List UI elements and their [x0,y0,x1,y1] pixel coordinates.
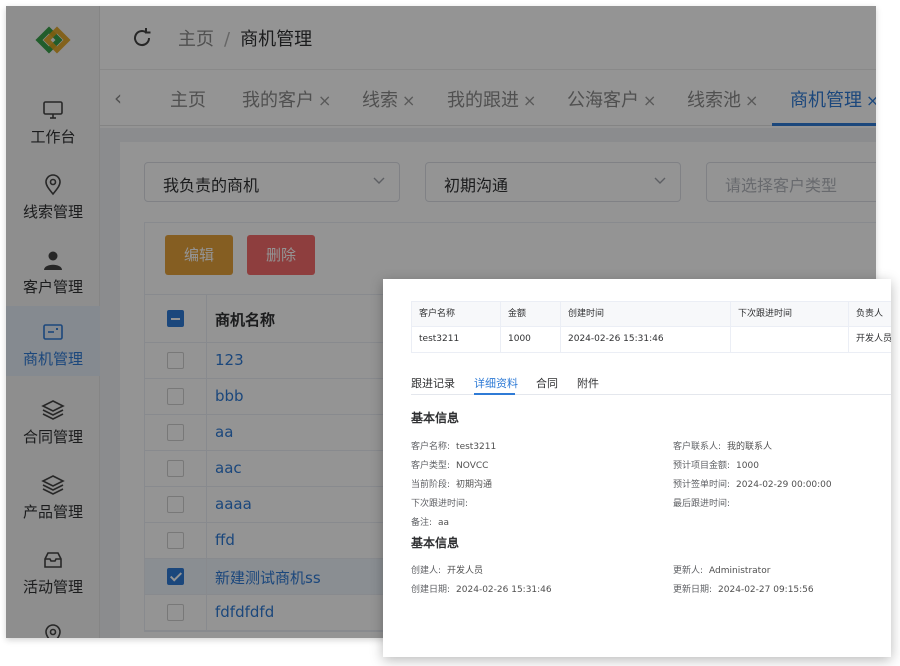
tab-contracts[interactable]: 合同 [536,375,558,391]
section-title-system-info: 基本信息 [411,536,460,550]
summary-value-cell: test3211 [419,334,460,344]
field-customer-type: 客户类型: NOVCC [411,458,488,471]
field-next-follow-up-time: 下次跟进时间: [411,496,474,509]
field-value: 我的联系人 [727,442,773,452]
field-updated-date: 更新日期: 2024-02-27 09:15:56 [673,582,814,595]
opportunity-detail-card: 客户名称 金额 创建时间 下次跟进时间 负责人 test3211 1000 20… [383,279,891,657]
summary-header-cell: 金额 [500,302,560,327]
field-value: 2024-02-26 15:31:46 [456,585,552,595]
summary-header-row: 客户名称 金额 创建时间 下次跟进时间 负责人 [412,302,891,327]
summary-header-cell: 负责人 [848,302,891,327]
section-title-basic-info: 基本信息 [411,411,460,425]
screenshot-stage: 工作台 线索管理 客户管理 商机管理 合同管理 产品管理 活动管理 主页 / 商… [0,0,900,666]
field-estimated-signing-time: 预计签单时间: 2024-02-29 00:00:00 [673,477,832,490]
field-label: 备注: [411,518,433,528]
field-label: 客户联系人: [673,442,722,452]
field-label: 客户类型: [411,461,451,471]
field-label: 更新日期: [673,585,713,595]
field-estimated-amount: 预计项目金额: 1000 [673,458,759,471]
field-current-stage: 当前阶段: 初期沟通 [411,477,492,490]
field-created-date: 创建日期: 2024-02-26 15:31:46 [411,582,552,595]
detail-tabs: 跟进记录 详细资料 合同 附件 [411,373,891,395]
tab-attachments[interactable]: 附件 [577,375,599,391]
summary-value-row: test3211 1000 2024-02-26 15:31:46 开发人员 [412,327,891,352]
summary-value-cell: 开发人员 [848,327,891,352]
field-value: 初期沟通 [456,480,493,490]
summary-value-cell: 2024-02-26 15:31:46 [560,327,730,352]
tab-follow-up-records[interactable]: 跟进记录 [411,375,455,391]
field-label: 预计项目金额: [673,461,731,471]
detail-summary-table: 客户名称 金额 创建时间 下次跟进时间 负责人 test3211 1000 20… [411,301,891,353]
field-label: 创建人: [411,566,442,576]
field-label: 预计签单时间: [673,480,731,490]
active-tab-indicator [474,393,515,395]
tab-detail-info[interactable]: 详细资料 [474,375,518,391]
field-value: 2024-02-27 09:15:56 [718,585,814,595]
summary-header-cell: 下次跟进时间 [730,302,848,327]
summary-value-cell [730,327,848,352]
field-updated-by: 更新人: Administrator [673,563,770,576]
field-value: 开发人员 [447,566,484,576]
summary-header-cell: 创建时间 [560,302,730,327]
field-remark: 备注: aa [411,515,449,528]
field-label: 最后跟进时间: [673,499,731,509]
field-customer-name: 客户名称: test3211 [411,439,496,452]
field-label: 当前阶段: [411,480,451,490]
field-label: 下次跟进时间: [411,499,469,509]
summary-header-cell: 客户名称 [419,309,456,319]
summary-value-cell: 1000 [500,327,560,352]
field-value: 2024-02-29 00:00:00 [736,480,832,490]
field-created-by: 创建人: 开发人员 [411,563,483,576]
field-value: aa [438,518,450,528]
field-value: 1000 [736,461,759,471]
field-label: 创建日期: [411,585,451,595]
field-value: Administrator [709,566,771,576]
field-customer-contact: 客户联系人: 我的联系人 [673,439,772,452]
field-last-follow-up-time: 最后跟进时间: [673,496,736,509]
field-value: test3211 [456,442,497,452]
field-label: 更新人: [673,566,704,576]
field-label: 客户名称: [411,442,451,452]
field-value: NOVCC [456,461,489,471]
